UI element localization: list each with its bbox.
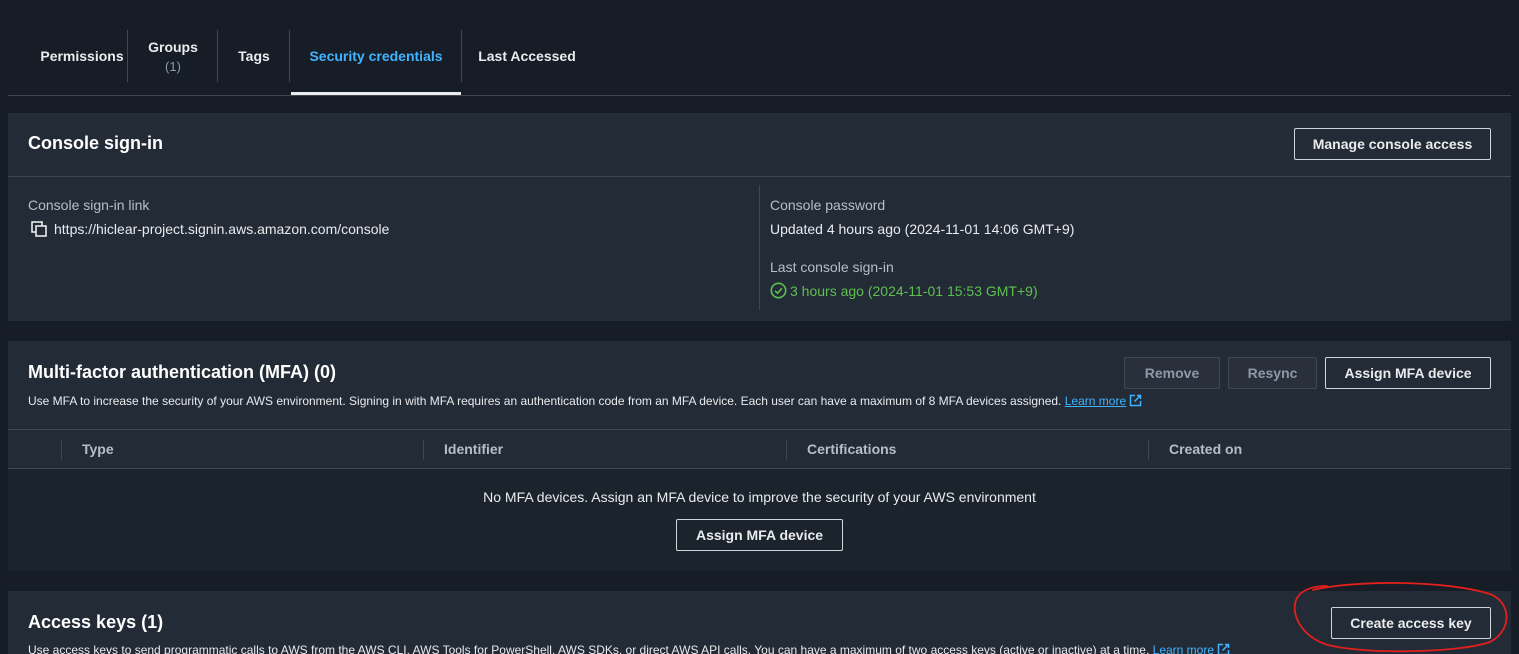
- resync-mfa-button[interactable]: Resync: [1228, 357, 1317, 389]
- tab-bar: Permissions Groups (1) Tags Security cre…: [8, 0, 1511, 96]
- mfa-title: Multi-factor authentication (MFA) (0): [28, 362, 336, 382]
- active-tab-indicator: [291, 92, 461, 95]
- external-link-icon[interactable]: [1217, 643, 1230, 654]
- tab-count: (1): [165, 58, 181, 74]
- tab-last-accessed[interactable]: Last Accessed: [462, 30, 592, 82]
- empty-assign-mfa-device-button[interactable]: Assign MFA device: [676, 519, 843, 551]
- tab-security-credentials[interactable]: Security credentials: [291, 30, 461, 82]
- access-keys-description: Use access keys to send programmatic cal…: [28, 643, 1230, 654]
- mfa-panel: Multi-factor authentication (MFA) (0) Re…: [8, 341, 1511, 571]
- signin-link-value[interactable]: https://hiclear-project.signin.aws.amazo…: [54, 221, 389, 237]
- annotation-circle: [1293, 582, 1508, 653]
- assign-mfa-device-button[interactable]: Assign MFA device: [1325, 357, 1491, 389]
- last-signin-value: 3 hours ago (2024-11-01 15:53 GMT+9): [790, 283, 1038, 299]
- console-password-label: Console password: [770, 197, 886, 213]
- tab-label: Last Accessed: [478, 48, 576, 64]
- mfa-empty-message: No MFA devices. Assign an MFA device to …: [483, 489, 1036, 505]
- remove-mfa-button[interactable]: Remove: [1124, 357, 1220, 389]
- tab-divider: [289, 30, 290, 82]
- access-keys-description-text: Use access keys to send programmatic cal…: [28, 643, 1150, 654]
- mfa-empty-state: No MFA devices. Assign an MFA device to …: [8, 469, 1511, 571]
- column-header-created-on[interactable]: Created on: [1169, 441, 1242, 457]
- mfa-table-header: Type Identifier Certifications Created o…: [8, 429, 1511, 469]
- console-signin-title: Console sign-in: [28, 133, 163, 153]
- manage-console-access-button[interactable]: Manage console access: [1294, 128, 1491, 160]
- access-keys-learn-more-link[interactable]: Learn more: [1153, 643, 1214, 654]
- column-header-type[interactable]: Type: [82, 441, 114, 457]
- tab-tags[interactable]: Tags: [218, 30, 290, 82]
- copy-icon[interactable]: [30, 220, 48, 238]
- column-header-identifier[interactable]: Identifier: [444, 441, 503, 457]
- external-link-icon[interactable]: [1129, 394, 1142, 410]
- column-divider: [1148, 440, 1149, 460]
- signin-link-label: Console sign-in link: [28, 197, 150, 213]
- check-circle-icon: [770, 282, 787, 299]
- column-header-certifications[interactable]: Certifications: [807, 441, 896, 457]
- panel-divider: [8, 176, 1511, 177]
- access-keys-title: Access keys (1): [28, 612, 164, 632]
- console-signin-panel: Console sign-in Manage console access Co…: [8, 113, 1511, 321]
- mfa-description: Use MFA to increase the security of your…: [28, 394, 1142, 410]
- column-divider: [423, 440, 424, 460]
- tab-label: Tags: [238, 48, 270, 64]
- mfa-description-text: Use MFA to increase the security of your…: [28, 394, 1062, 408]
- console-password-value: Updated 4 hours ago (2024-11-01 14:06 GM…: [770, 221, 1075, 237]
- tab-label: Permissions: [40, 48, 124, 64]
- tab-label: Groups: [148, 38, 198, 55]
- column-divider: [759, 185, 760, 310]
- column-divider: [786, 440, 787, 460]
- column-divider: [61, 440, 62, 460]
- tab-groups[interactable]: Groups (1): [128, 30, 218, 82]
- tab-permissions[interactable]: Permissions: [22, 30, 142, 82]
- last-signin-label: Last console sign-in: [770, 259, 894, 275]
- tab-label: Security credentials: [309, 48, 443, 64]
- mfa-learn-more-link[interactable]: Learn more: [1065, 394, 1126, 408]
- security-credentials-page: Permissions Groups (1) Tags Security cre…: [0, 0, 1519, 654]
